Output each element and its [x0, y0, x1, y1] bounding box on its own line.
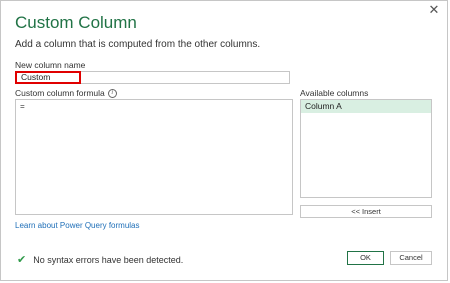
new-column-name-label: New column name: [15, 60, 86, 70]
new-column-name-input[interactable]: Custom: [15, 71, 81, 84]
formula-label-row: Custom column formula i: [15, 88, 117, 99]
available-columns-list[interactable]: Column A: [300, 99, 432, 198]
syntax-status-text: No syntax errors have been detected.: [33, 254, 184, 265]
dialog-subtitle: Add a column that is computed from the o…: [15, 39, 261, 50]
ok-button[interactable]: OK: [347, 251, 384, 265]
insert-button[interactable]: << Insert: [300, 205, 432, 218]
cancel-button[interactable]: Cancel: [390, 251, 432, 265]
list-item[interactable]: Column A: [301, 100, 431, 113]
learn-power-query-link[interactable]: Learn about Power Query formulas: [15, 221, 140, 230]
syntax-status: ✔ No syntax errors have been detected.: [17, 253, 183, 266]
info-icon[interactable]: i: [107, 89, 117, 99]
dialog-title: Custom Column: [15, 13, 137, 32]
available-columns-label: Available columns: [300, 88, 369, 98]
custom-column-dialog: ✕ Custom Column Add a column that is com…: [0, 0, 448, 281]
close-icon[interactable]: ✕: [427, 3, 441, 17]
formula-editor[interactable]: =: [15, 99, 293, 215]
formula-label: Custom column formula: [15, 88, 105, 98]
check-icon: ✔: [17, 254, 27, 266]
